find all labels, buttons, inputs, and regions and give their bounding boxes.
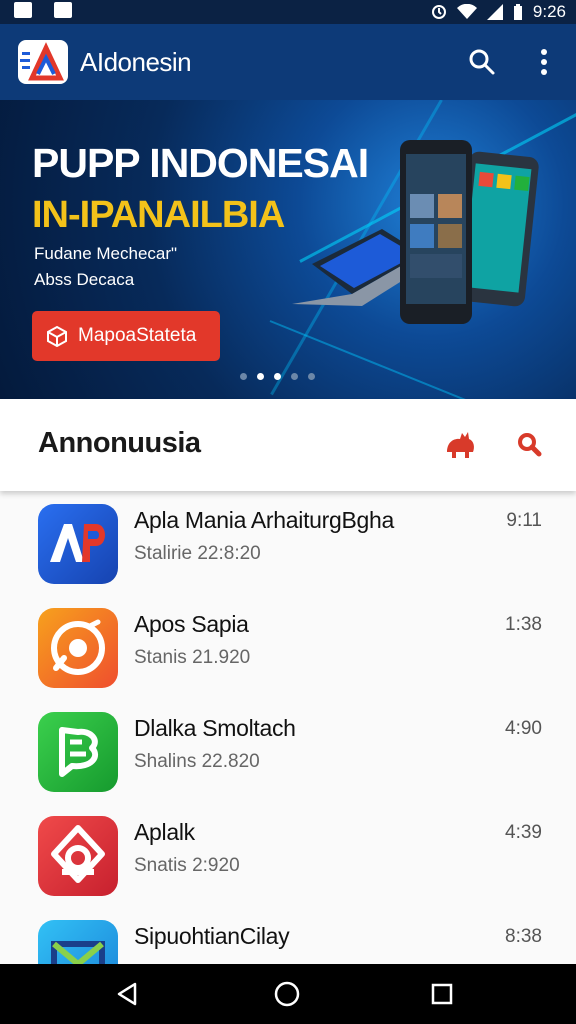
search-icon [469, 49, 495, 75]
app-bar: AIdonesin [0, 24, 576, 100]
banner-subtitle-2: Abss Decaca [34, 270, 135, 289]
search-icon [518, 433, 542, 457]
carousel-dot[interactable] [257, 373, 264, 380]
app-list: Apla Mania ArhaiturgBgha Stalirie 22:8:2… [0, 491, 576, 964]
devices-illustration [292, 140, 539, 324]
status-time: 9:26 [532, 2, 566, 21]
app-time: 8:38 [505, 926, 542, 947]
app-time: 1:38 [505, 614, 542, 635]
back-button[interactable] [111, 978, 143, 1010]
carousel-dot-active[interactable] [274, 373, 281, 380]
app-name: SipuohtianCilay [134, 923, 290, 949]
gallery-icon [14, 2, 32, 18]
more-options-button[interactable] [526, 44, 562, 80]
signal-icon [486, 4, 503, 20]
camera-swirl-icon [38, 608, 118, 688]
app-meta: Stalirie 22:8:20 [134, 543, 261, 564]
list-item[interactable]: Apla Mania ArhaiturgBgha Stalirie 22:8:2… [0, 491, 576, 595]
app-meta: Stanis 21.920 [134, 647, 251, 668]
list-item[interactable]: Dlalka Smoltach Shalins 22.820 4:90 [0, 699, 576, 803]
app-time: 4:39 [505, 822, 542, 843]
list-item[interactable]: Aplalk Snatis 2:920 4:39 [0, 803, 576, 907]
rooster-button[interactable] [442, 427, 478, 463]
app-icon [54, 2, 72, 18]
recents-icon [431, 983, 453, 1005]
app-name: Apos Sapia [134, 611, 249, 637]
search-button[interactable] [464, 44, 500, 80]
mail-icon [38, 920, 118, 964]
rooster-icon [447, 432, 474, 458]
wifi-icon [456, 4, 477, 19]
alarm-icon [431, 5, 446, 19]
carousel-dot[interactable] [308, 373, 315, 380]
app-name: Aplalk [134, 819, 195, 845]
banner-subtitle: Fudane Mechecar" [34, 244, 178, 263]
app-meta: Shalins 22.820 [134, 751, 260, 772]
banner-cta-label: MapoaStateta [78, 325, 197, 346]
home-icon [274, 981, 300, 1007]
list-item[interactable]: SipuohtianCilay 8:38 [0, 907, 576, 964]
status-bar: 9:26 [0, 0, 576, 24]
app-title: AIdonesin [80, 47, 192, 77]
ring-icon [38, 816, 118, 896]
carousel-dot[interactable] [240, 373, 247, 380]
banner-cta-button[interactable]: MapoaStateta [32, 311, 220, 361]
app-logo[interactable] [18, 40, 68, 84]
section-search-button[interactable] [512, 427, 548, 463]
battery-icon [513, 4, 522, 20]
app-meta: Snatis 2:920 [134, 855, 240, 876]
banner-title-highlight: IN-IPANAILBIA [32, 194, 285, 236]
section-header: Annonuusia [0, 399, 576, 491]
home-button[interactable] [271, 978, 303, 1010]
list-item[interactable]: Apos Sapia Stanis 21.920 1:38 [0, 595, 576, 699]
back-icon [117, 982, 137, 1006]
chat-s-icon [38, 712, 118, 792]
more-vert-icon [541, 49, 547, 75]
carousel-indicator[interactable] [240, 373, 315, 380]
app-time: 9:11 [506, 510, 542, 531]
app-time: 4:90 [505, 718, 542, 739]
app-name: Apla Mania ArhaiturgBgha [134, 507, 395, 533]
promo-banner[interactable]: PUPP INDONESAI IN-IPANAILBIA Fudane Mech… [0, 100, 576, 399]
recents-button[interactable] [426, 978, 458, 1010]
ap-logo-icon [38, 504, 118, 584]
cube-icon [47, 325, 67, 347]
app-name: Dlalka Smoltach [134, 715, 296, 741]
carousel-dot[interactable] [291, 373, 298, 380]
section-title: Annonuusia [38, 427, 201, 459]
navigation-bar [0, 964, 576, 1024]
